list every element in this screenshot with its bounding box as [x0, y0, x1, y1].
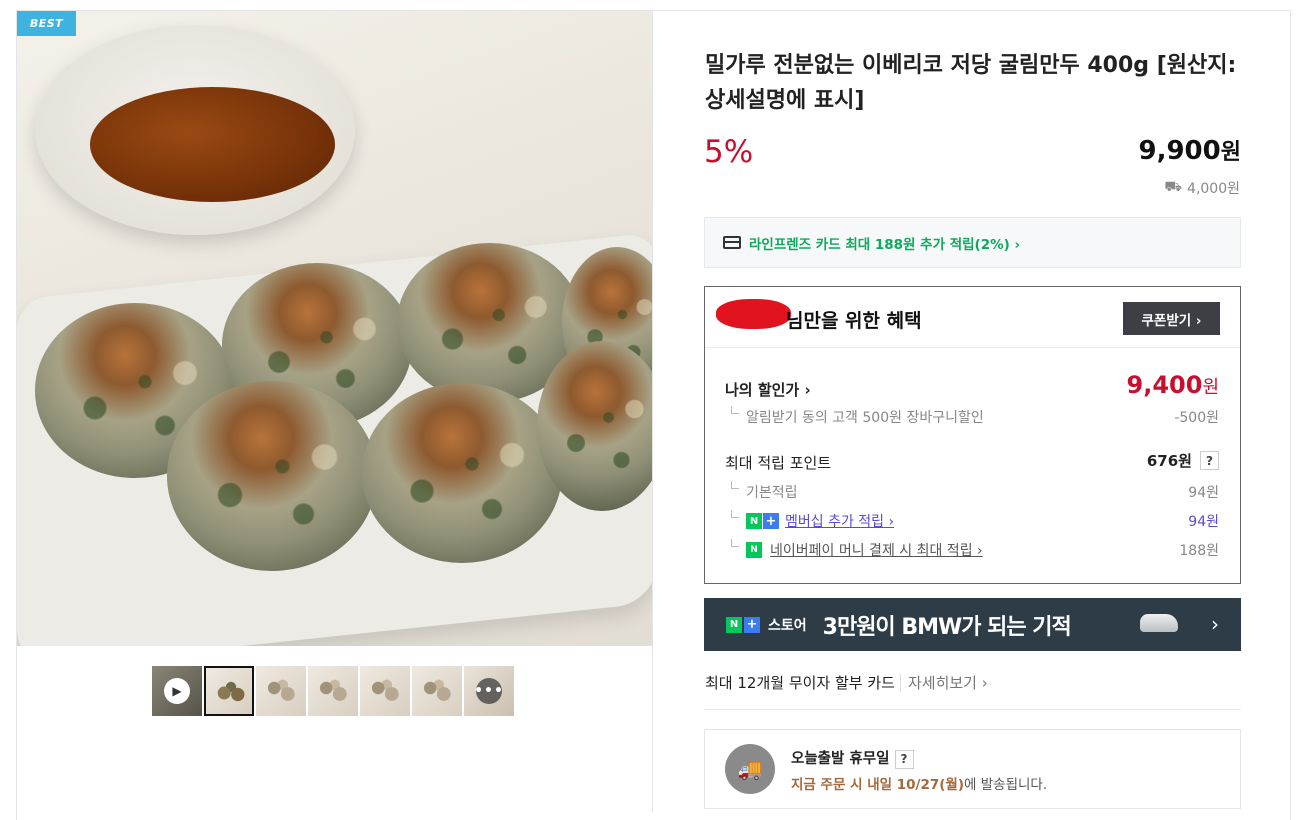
product-main-image[interactable]	[17, 11, 652, 646]
thumbnail-image	[420, 676, 454, 706]
price-value: 9,900	[1138, 136, 1221, 166]
delivery-truck-icon: 🚚	[725, 744, 775, 794]
naver-plus-icon: N +	[746, 513, 779, 529]
shipping-value: 4,000원	[1187, 181, 1240, 197]
my-price-sub: 알림받기 동의 고객 500원 장바구니할인	[746, 410, 984, 426]
thumbnail-6[interactable]	[412, 666, 462, 716]
credit-card-icon	[723, 236, 741, 249]
naverpay-points-value: 188원	[1179, 543, 1219, 559]
price-unit: 원	[1220, 140, 1241, 165]
naverpay-points-link[interactable]: N 네이버페이 머니 결제 시 최대 적립 ›	[746, 540, 983, 560]
thumbnail-4[interactable]	[308, 666, 358, 716]
chevron-right-icon: ›	[1211, 612, 1219, 636]
my-price-unit: 원	[1202, 377, 1219, 398]
thumbnail-image	[214, 678, 248, 708]
membership-points-link[interactable]: N + 멤버십 추가 적립 ›	[746, 511, 894, 531]
installment-text: 최대 12개월 무이자 할부 카드	[705, 674, 895, 692]
holiday-box	[704, 729, 1241, 809]
card-benefit-text: 라인프렌즈 카드 최대 188원 추가 적립(2%) ›	[749, 236, 1021, 253]
store-label: 스토어	[768, 617, 807, 634]
promo-banner[interactable]: N + 스토어 3만원이 BMW가 되는 기적 ›	[704, 598, 1241, 651]
thumbnail-image	[316, 676, 350, 706]
sub-line	[731, 481, 739, 489]
thumbnail-main[interactable]	[204, 666, 254, 716]
best-badge: BEST	[17, 11, 76, 36]
holiday-sub-suffix: 에 발송됩니다.	[964, 777, 1048, 793]
dumpling	[362, 383, 562, 563]
installment-more-link[interactable]: 자세히보기 ›	[899, 674, 988, 692]
chat-more-icon: •••	[474, 678, 503, 704]
my-price: 9,400원	[1127, 371, 1219, 399]
thumbnail-5[interactable]	[360, 666, 410, 716]
benefit-divider	[705, 347, 1240, 348]
sub-line	[731, 539, 739, 547]
thumbnail-image	[264, 676, 298, 706]
my-price-link[interactable]: 나의 할인가 ›	[725, 379, 811, 400]
points-basic-label: 기본적립	[746, 485, 798, 501]
thumbnail-image	[368, 676, 402, 706]
points-total: 676원?	[1147, 450, 1219, 471]
banner-text: 3만원이 BMW가 되는 기적	[822, 614, 1072, 640]
holiday-sub: 지금 주문 시 내일 10/27(월)에 발송됩니다.	[791, 773, 1047, 793]
points-basic-value: 94원	[1188, 485, 1219, 501]
my-price-sub-value: -500원	[1174, 410, 1219, 426]
redacted-username	[716, 299, 791, 329]
naver-plus-store-logo: N + 스토어	[726, 615, 807, 635]
section-divider	[704, 709, 1241, 710]
card-benefit-link[interactable]: 라인프렌즈 카드 최대 188원 추가 적립(2%) ›	[704, 217, 1241, 268]
holiday-title: 오늘출발 휴무일 ?	[791, 747, 914, 769]
holiday-sub-date: 10/27(월)	[896, 777, 965, 793]
sale-price: 9,900원	[1139, 134, 1242, 166]
play-icon: ▶	[164, 678, 190, 704]
product-title: 밀가루 전분없는 이베리코 저당 굴림만두 400g [원산지:상세설명에 표시…	[705, 53, 1237, 113]
membership-points-value: 94원	[1188, 514, 1219, 530]
points-label: 최대 적립 포인트	[725, 454, 832, 472]
discount-rate: 5%	[704, 134, 754, 170]
naverpay-icon: N	[746, 542, 762, 558]
points-help-button[interactable]: ?	[1200, 451, 1219, 470]
delivery-truck-icon: ⛟	[1164, 179, 1183, 195]
sub-line	[731, 406, 739, 414]
naverpay-points-label: 네이버페이 머니 결제 시 최대 적립 ›	[770, 543, 983, 559]
column-divider	[652, 10, 653, 812]
shipping-fee: ⛟ 4,000원	[1164, 178, 1240, 198]
holiday-help-button[interactable]: ?	[894, 749, 914, 769]
sauce	[90, 87, 335, 202]
points-value: 676원	[1146, 452, 1192, 470]
benefit-header: 님만을 위한 혜택	[786, 310, 922, 332]
sauce-bowl	[35, 25, 355, 235]
thumbnail-strip: ▶ •••	[152, 666, 514, 716]
thumbnail-more[interactable]: •••	[464, 666, 514, 716]
car-icon	[1140, 614, 1178, 632]
thumbnail-3[interactable]	[256, 666, 306, 716]
membership-points-label: 멤버십 추가 적립 ›	[785, 514, 895, 530]
coupon-button[interactable]: 쿠폰받기 ›	[1123, 302, 1220, 335]
holiday-title-text: 오늘출발 휴무일	[791, 751, 890, 767]
installment-info: 최대 12개월 무이자 할부 카드 자세히보기 ›	[705, 672, 988, 693]
holiday-sub-prefix: 지금 주문 시 내일	[791, 777, 897, 793]
my-price-value: 9,400	[1126, 371, 1203, 399]
sub-line	[731, 510, 739, 518]
thumbnail-video[interactable]: ▶	[152, 666, 202, 716]
dumpling	[167, 381, 377, 571]
